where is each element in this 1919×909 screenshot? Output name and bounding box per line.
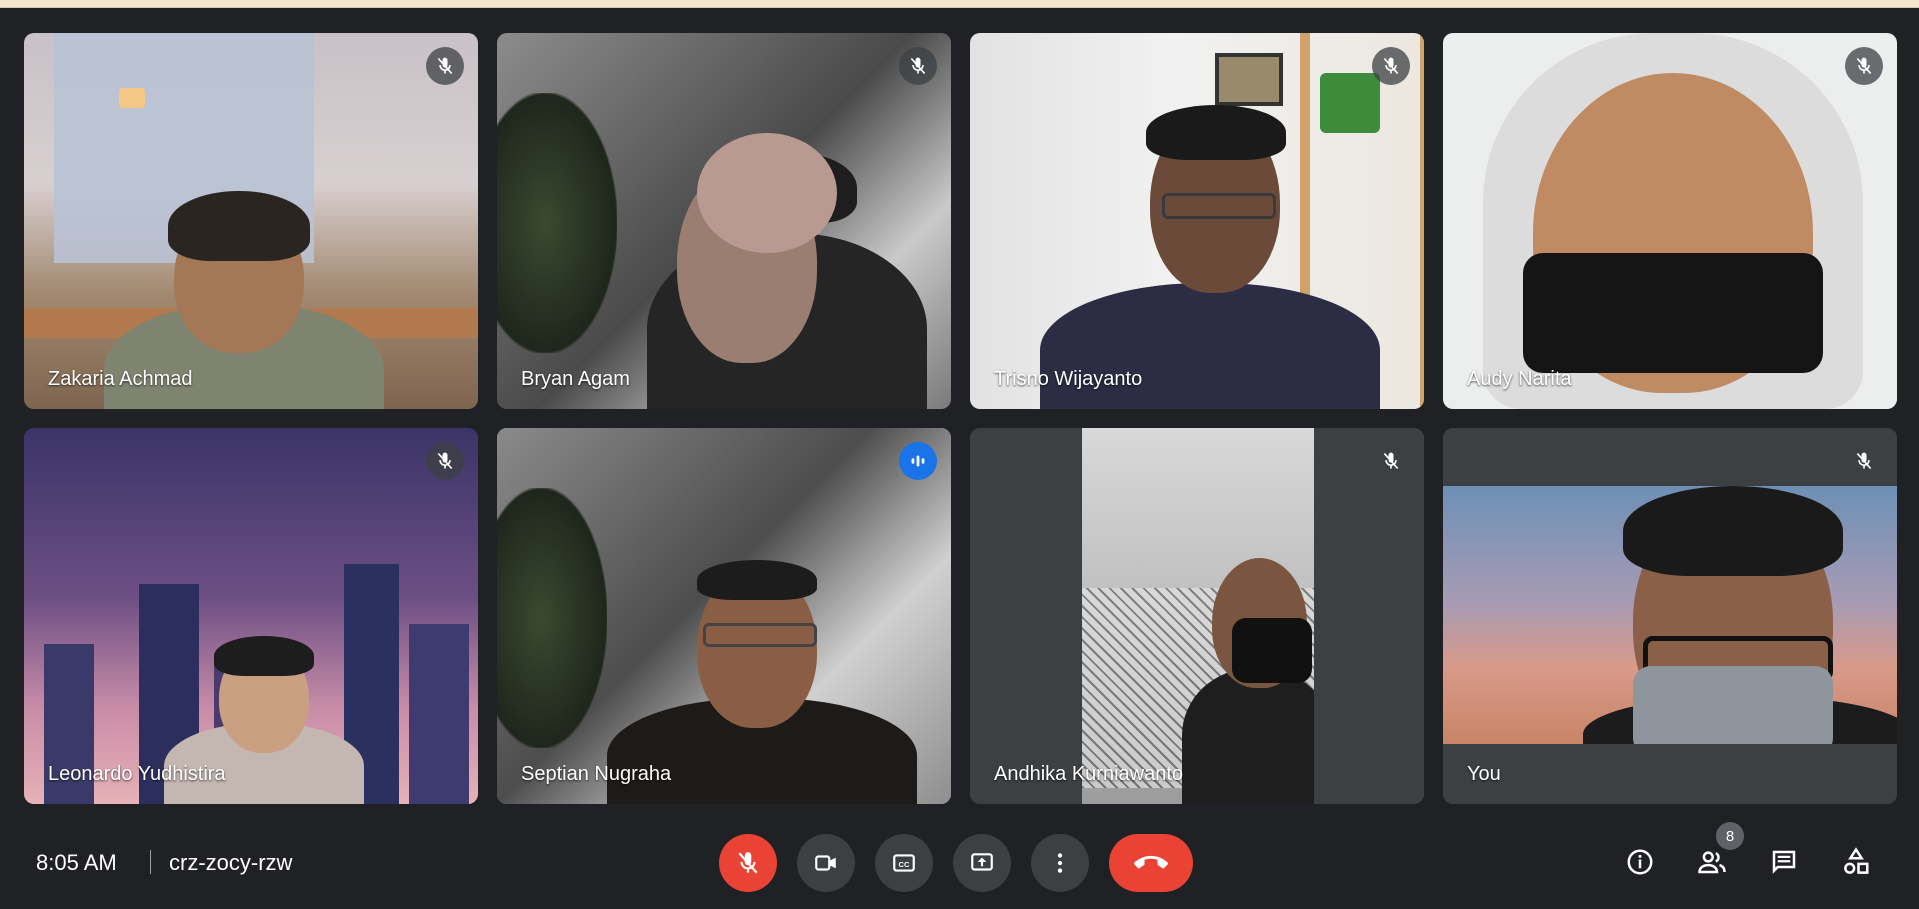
video-feed: [1443, 486, 1897, 744]
participant-tile-active-speaker[interactable]: Septian Nugraha: [497, 428, 951, 804]
people-icon: [1698, 851, 1726, 874]
mic-off-icon: [437, 452, 453, 470]
meeting-code: crz-zocy-rzw: [169, 850, 293, 875]
activities-icon: [1844, 847, 1869, 874]
present-screen-icon: [971, 853, 993, 871]
info-icon: [1627, 849, 1653, 875]
present-screen-button[interactable]: [953, 834, 1011, 892]
participant-name: Bryan Agam: [521, 368, 630, 390]
mic-off-icon: [1856, 57, 1872, 75]
participant-name: Leonardo Yudhistira: [48, 763, 226, 785]
top-banner-strip: [0, 0, 1919, 8]
camera-icon: [815, 855, 836, 871]
mic-off-indicator: [1372, 47, 1410, 85]
meeting-toolbar: 8:05 AM crz-zocy-rzw CC: [0, 812, 1919, 909]
closed-captions-icon: CC: [893, 854, 915, 872]
raised-hand: [697, 133, 837, 253]
glasses: [1162, 193, 1276, 219]
camera-toggle-button[interactable]: [797, 834, 855, 892]
plant-pot: [1320, 73, 1380, 133]
participant-name: Audy Narita: [1467, 368, 1572, 390]
audio-level-icon: [911, 455, 925, 467]
speaking-indicator: [899, 442, 937, 480]
participant-tile[interactable]: Leonardo Yudhistira: [24, 428, 478, 804]
mic-off-icon: [1856, 452, 1872, 470]
mic-off-icon: [437, 57, 453, 75]
picture-frame: [1215, 53, 1283, 106]
more-options-icon: [1057, 853, 1063, 873]
face-mask: [1523, 253, 1823, 373]
more-options-button[interactable]: [1031, 834, 1089, 892]
mic-off-indicator: [426, 47, 464, 85]
street-lamp: [119, 88, 145, 108]
face-mask: [1232, 618, 1312, 683]
mic-off-indicator: [899, 47, 937, 85]
hang-up-icon: [1134, 855, 1168, 869]
participant-tile-self[interactable]: You: [1443, 428, 1897, 804]
video-feed: [1082, 428, 1314, 804]
svg-text:CC: CC: [899, 860, 910, 869]
plant-background: [497, 488, 607, 748]
participant-tile[interactable]: Audy Narita: [1443, 33, 1897, 409]
plant-background: [497, 93, 617, 353]
toolbar-divider: [150, 850, 151, 874]
mic-off-indicator: [1372, 442, 1410, 480]
participant-tile[interactable]: Trisno Wijayanto: [970, 33, 1424, 409]
mic-off-icon: [738, 852, 758, 874]
chat-button[interactable]: [1760, 838, 1808, 886]
mic-off-indicator: [426, 442, 464, 480]
mic-off-indicator: [1845, 442, 1883, 480]
face-mask: [1633, 666, 1833, 744]
captions-button[interactable]: CC: [875, 834, 933, 892]
participant-name: Andhika Kurniawanto: [994, 763, 1184, 785]
participant-tile[interactable]: Bryan Agam: [497, 33, 951, 409]
participant-count-badge: 8: [1716, 822, 1744, 850]
activities-button[interactable]: [1832, 838, 1880, 886]
meeting-details-button[interactable]: [1616, 838, 1664, 886]
participant-name: Septian Nugraha: [521, 763, 672, 785]
mic-off-indicator: [1845, 47, 1883, 85]
glasses: [703, 623, 817, 647]
mic-off-icon: [910, 57, 926, 75]
meeting-clock: 8:05 AM: [36, 850, 117, 875]
participant-name: Zakaria Achmad: [48, 368, 193, 390]
participant-name: You: [1467, 763, 1501, 785]
participant-tile[interactable]: Andhika Kurniawanto: [970, 428, 1424, 804]
mic-off-icon: [1383, 57, 1399, 75]
chat-icon: [1772, 850, 1796, 874]
microphone-toggle-button[interactable]: [719, 834, 777, 892]
participant-name: Trisno Wijayanto: [994, 368, 1143, 390]
mic-off-icon: [1383, 452, 1399, 470]
participant-grid: Zakaria Achmad Bryan Agam Trisno Wijayan…: [24, 33, 1897, 804]
leave-call-button[interactable]: [1109, 834, 1193, 892]
participant-tile[interactable]: Zakaria Achmad: [24, 33, 478, 409]
